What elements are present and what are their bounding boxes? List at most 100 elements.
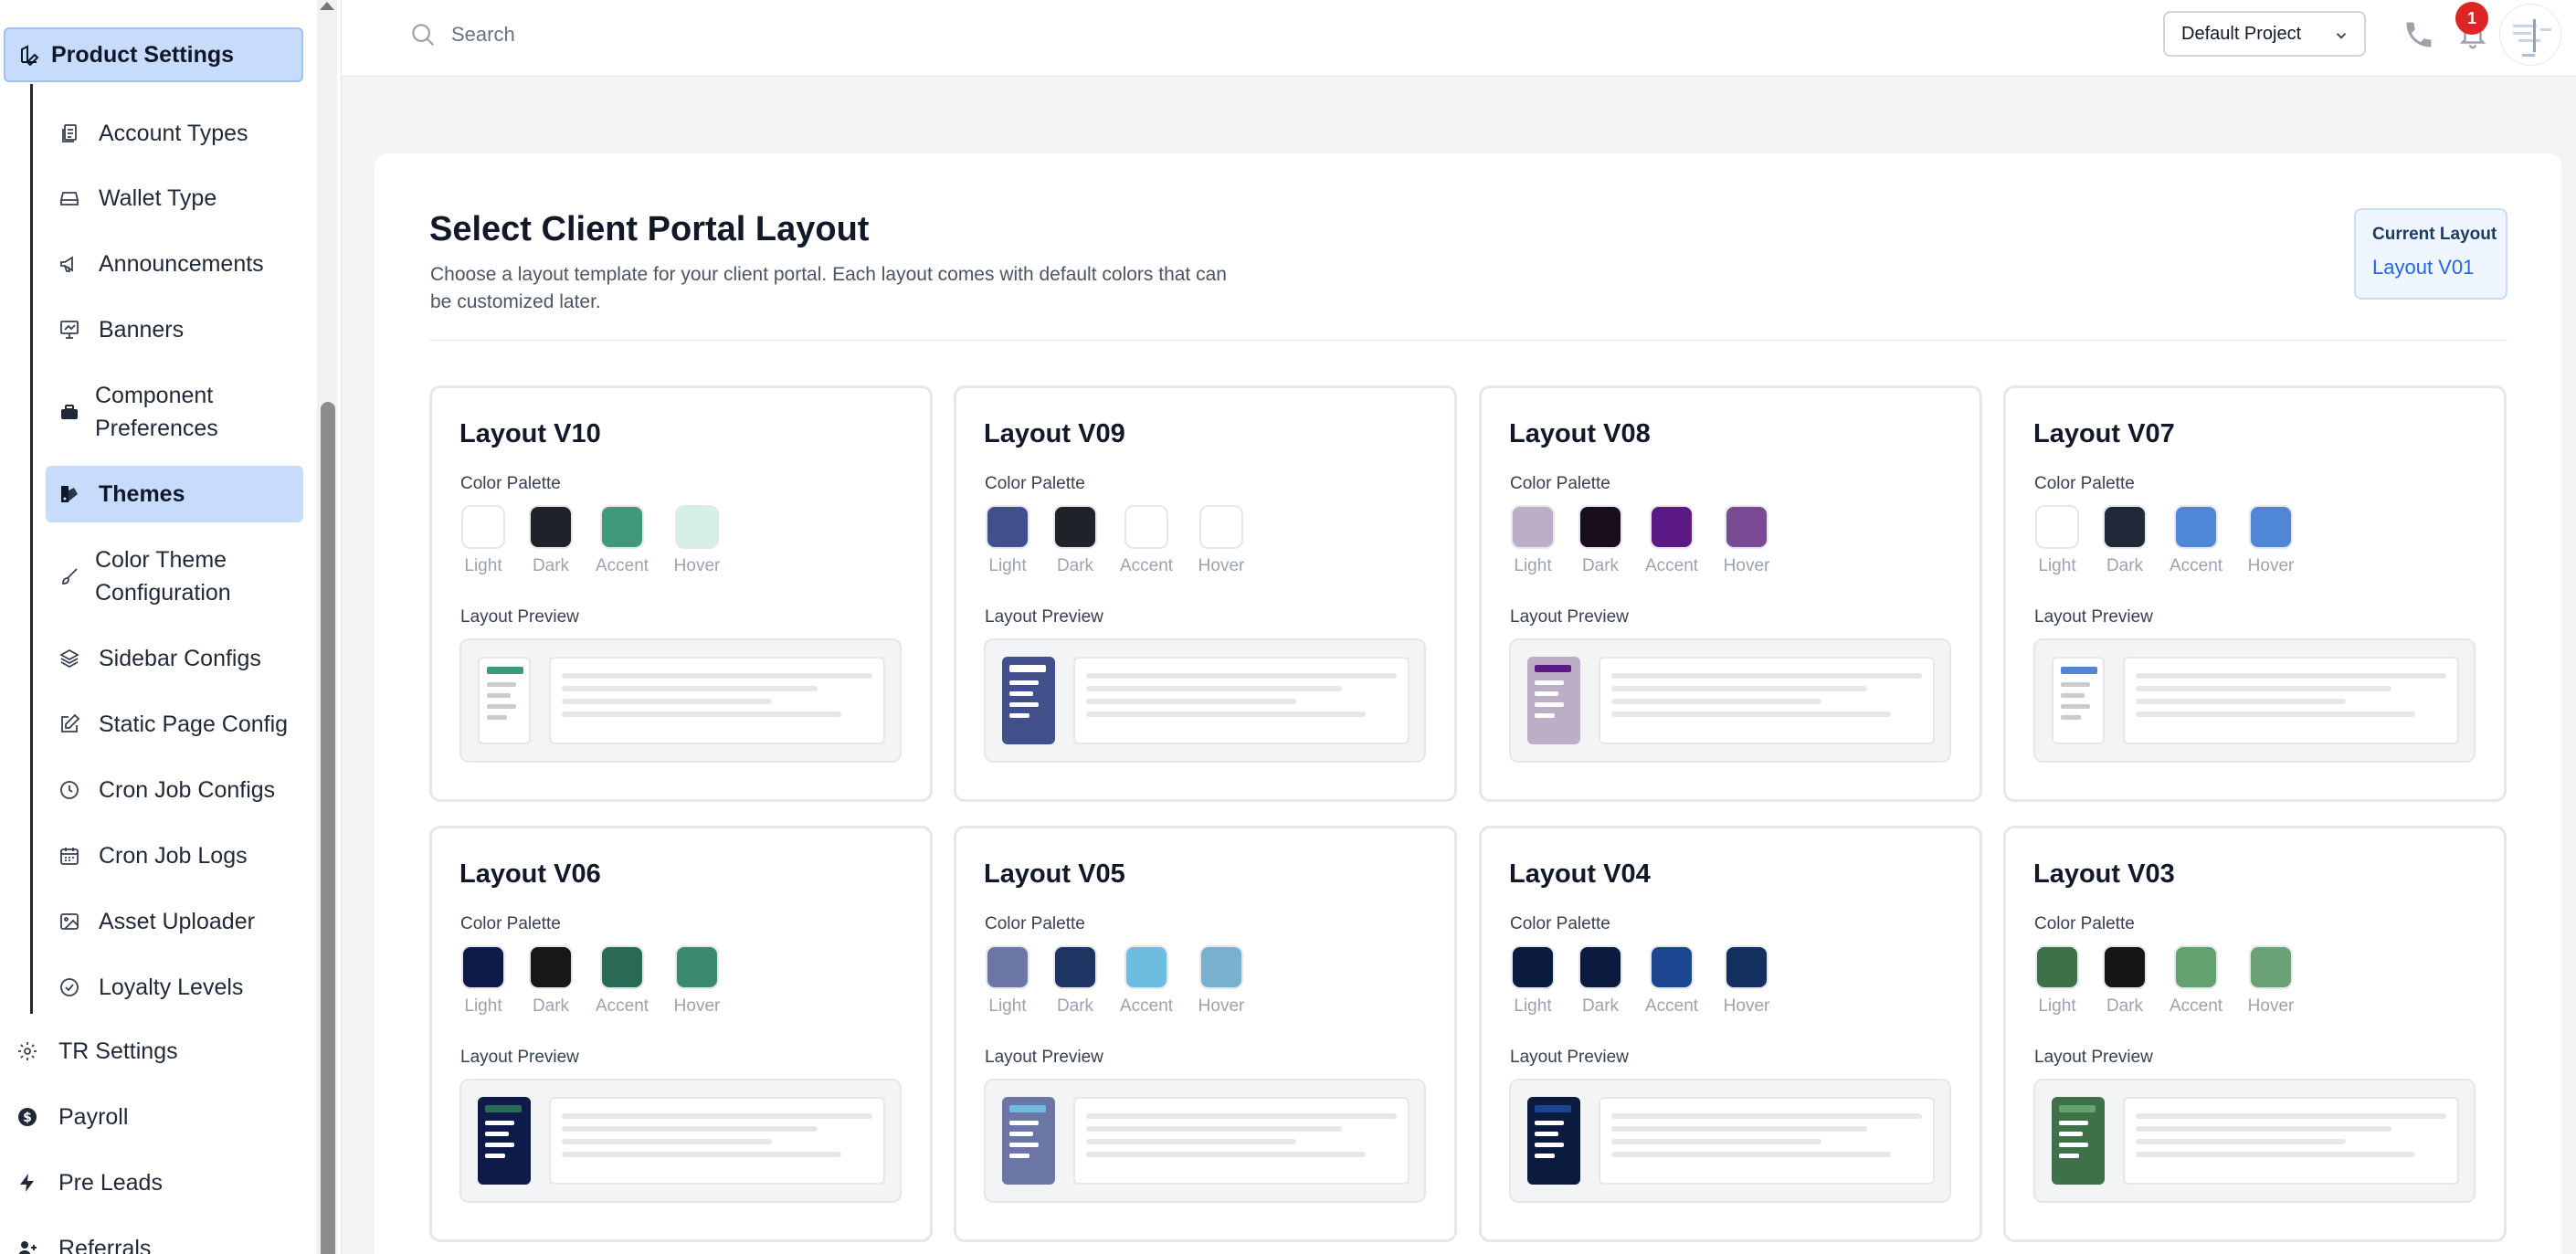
sidebar-item-color-theme-configuration[interactable]: Color Theme Configuration (46, 540, 303, 613)
color-swatch: Accent (1644, 945, 1699, 1017)
avatar[interactable] (2499, 4, 2561, 66)
preview-sidebar (2052, 1097, 2105, 1185)
preview-content-line (2136, 1126, 2391, 1132)
color-swatch-name: Dark (2106, 996, 2144, 1016)
layout-preview-label: Layout Preview (1510, 607, 1629, 627)
sidebar-section-product-settings[interactable]: Product Settings (4, 27, 303, 82)
preview-content-line (1086, 1139, 1296, 1144)
color-swatch-chip (675, 945, 719, 989)
sidebar-item-wallet-type[interactable]: Wallet Type (46, 180, 303, 216)
toolbox-icon (61, 405, 78, 419)
color-swatch-name: Light (1514, 556, 1552, 575)
color-swatch-name: Light (464, 556, 502, 575)
notification-badge: 1 (2455, 2, 2488, 35)
color-palette-label: Color Palette (1510, 914, 1610, 933)
layout-preview (984, 1079, 1426, 1203)
layout-preview (459, 1079, 902, 1203)
sidebar-item-loyalty-levels[interactable]: Loyalty Levels (46, 969, 303, 1006)
sidebar-clipped-item (37, 0, 219, 2)
color-swatch: Dark (1577, 945, 1624, 1017)
layout-card[interactable]: Layout V03 Color Palette Light Dark Acce… (2003, 826, 2507, 1242)
color-swatch-chip (1725, 505, 1768, 549)
layout-card-title: Layout V10 (459, 419, 601, 448)
sidebar-section-label: Product Settings (51, 41, 235, 68)
sidebar-item-themes[interactable]: Themes (46, 466, 303, 522)
sidebar-item-asset-uploader[interactable]: Asset Uploader (46, 903, 303, 940)
preview-content-line (1086, 1113, 1397, 1119)
sidebar-item-announcements[interactable]: Announcements (46, 246, 303, 282)
preview-sidebar-line (1009, 1121, 1039, 1125)
color-swatch-chip (2103, 505, 2147, 549)
phone-icon[interactable] (2402, 18, 2435, 51)
preview-sidebar-accent (1535, 1105, 1571, 1112)
chevron-down-icon (2336, 33, 2347, 39)
color-swatch: Dark (1051, 505, 1099, 576)
search-input[interactable] (451, 16, 999, 53)
sidebar-item-label: Payroll (58, 1103, 129, 1130)
layout-card[interactable]: Layout V09 Color Palette Light Dark Acce… (954, 385, 1457, 802)
sidebar-item-banners[interactable]: Banners (46, 311, 303, 348)
color-swatch-name: Accent (2169, 996, 2223, 1016)
preview-content-line (2136, 1152, 2415, 1157)
preview-content (1073, 657, 1409, 744)
sidebar-item-sidebar-configs[interactable]: Sidebar Configs (46, 640, 303, 677)
sidebar-item-cron-job-configs[interactable]: Cron Job Configs (46, 772, 303, 808)
layout-card[interactable]: Layout V07 Color Palette Light Dark Acce… (2003, 385, 2507, 802)
preview-content-line (1611, 1152, 1891, 1157)
current-layout-box: Current Layout Layout V01 (2354, 208, 2507, 300)
preview-content-line (562, 1152, 841, 1157)
preview-sidebar-line (2061, 715, 2081, 720)
preview-content (1599, 1097, 1935, 1185)
sidebar-scrollbar-thumb[interactable] (321, 402, 335, 1254)
layout-card[interactable]: Layout V10 Color Palette Light Dark Acce… (429, 385, 933, 802)
color-swatch: Dark (1051, 945, 1099, 1017)
sidebar-item-component-preferences[interactable]: Component Preferences (46, 375, 303, 448)
color-swatch-chip (1725, 945, 1768, 989)
preview-sidebar-line (487, 682, 516, 687)
project-select-value: Default Project (2181, 23, 2302, 44)
color-swatch: Accent (2169, 505, 2223, 576)
sidebar-item-label: Referrals (58, 1235, 152, 1254)
layout-preview-label: Layout Preview (2034, 1048, 2153, 1067)
sidebar-item-referrals[interactable]: Referrals (4, 1226, 303, 1254)
color-swatch-chip (1511, 505, 1555, 549)
check-circle-icon (60, 978, 79, 996)
color-swatch-name: Dark (1581, 556, 1620, 575)
color-swatch: Accent (1119, 505, 1174, 576)
project-select[interactable]: Default Project (2163, 11, 2366, 57)
color-swatch-chip (1578, 505, 1622, 549)
layout-card[interactable]: Layout V08 Color Palette Light Dark Acce… (1479, 385, 1982, 802)
sidebar-item-label: Banners (99, 317, 185, 342)
layout-card[interactable]: Layout V04 Color Palette Light Dark Acce… (1479, 826, 1982, 1242)
layout-card[interactable]: Layout V06 Color Palette Light Dark Acce… (429, 826, 933, 1242)
color-swatch-name: Light (988, 556, 1027, 575)
preview-sidebar-accent (487, 667, 523, 674)
color-swatch: Hover (2243, 505, 2298, 576)
color-swatch-name: Hover (1723, 556, 1770, 575)
layout-card-title: Layout V03 (2033, 859, 2175, 889)
scroll-up-arrow-icon[interactable] (320, 2, 334, 10)
page-title: Select Client Portal Layout (429, 210, 870, 248)
sidebar-tree-line (30, 84, 33, 1014)
layout-preview-label: Layout Preview (985, 607, 1103, 627)
color-swatch: Accent (1644, 505, 1699, 576)
preview-sidebar-line (1009, 1132, 1033, 1136)
sidebar-item-static-page-config[interactable]: Static Page Config (46, 706, 303, 743)
color-swatch: Accent (595, 945, 649, 1017)
color-swatch-name: Dark (1581, 996, 1620, 1016)
layout-card[interactable]: Layout V05 Color Palette Light Dark Acce… (954, 826, 1457, 1242)
layout-preview (2033, 638, 2476, 763)
color-swatch-name: Accent (595, 556, 649, 575)
color-swatch-chip (600, 945, 644, 989)
sidebar-item-cron-job-logs[interactable]: Cron Job Logs (46, 838, 303, 874)
color-palette-label: Color Palette (985, 914, 1085, 933)
sidebar-item-account-types[interactable]: Account Types (46, 115, 303, 152)
sidebar-item-pre-leads[interactable]: Pre Leads (4, 1160, 303, 1206)
sidebar-item-payroll[interactable]: $ Payroll (4, 1094, 303, 1140)
color-swatch: Accent (2169, 945, 2223, 1017)
color-swatch-chip (1578, 945, 1622, 989)
sidebar-item-label: Asset Uploader (99, 909, 255, 934)
sidebar-item-tr-settings[interactable]: TR Settings (4, 1028, 303, 1074)
color-swatch: Light (1509, 505, 1557, 576)
preview-sidebar-line (2061, 704, 2090, 709)
